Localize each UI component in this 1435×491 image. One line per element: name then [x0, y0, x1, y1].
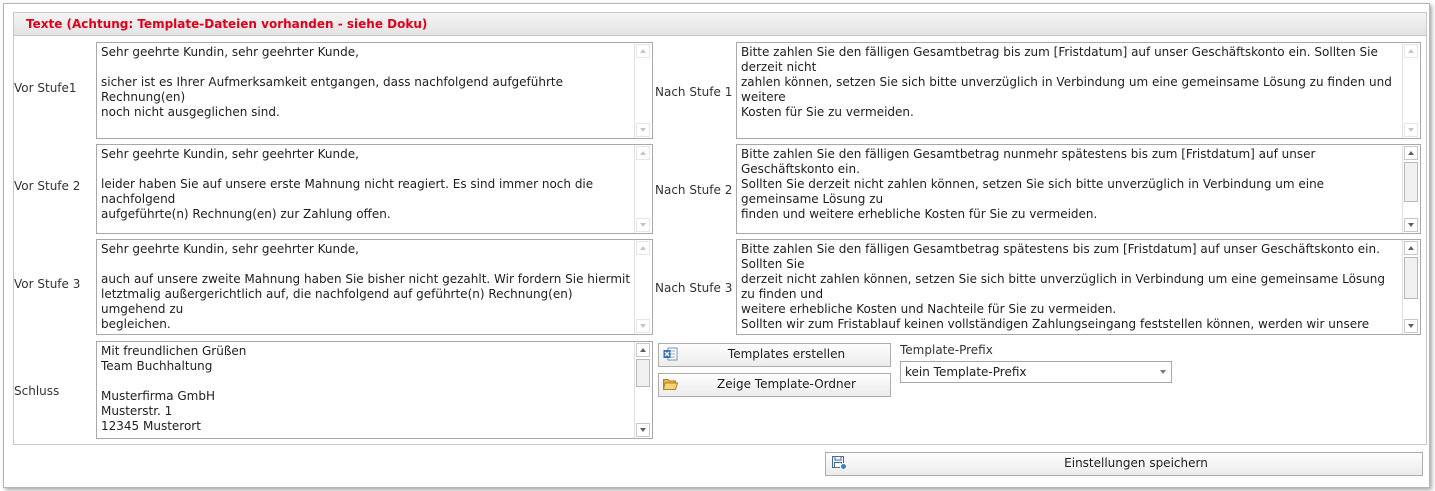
vor-stufe3-label: Vor Stufe 3 — [14, 277, 81, 291]
scroll-up-icon[interactable] — [636, 241, 650, 255]
nach-stufe1-text: Bitte zahlen Sie den fälligen Gesamtbetr… — [741, 45, 1392, 136]
schluss-text: Mit freundlichen Grüßen Team Buchhaltung… — [101, 344, 247, 433]
schluss-textarea[interactable]: Mit freundlichen Grüßen Team Buchhaltung… — [96, 341, 653, 439]
scroll-thumb[interactable] — [1404, 162, 1418, 202]
scroll-down-icon[interactable] — [636, 423, 650, 437]
scroll-down-icon[interactable] — [636, 218, 650, 232]
scroll-thumb[interactable] — [1404, 257, 1418, 299]
template-prefix-value: kein Template-Prefix — [905, 365, 1027, 379]
scroll-down-icon[interactable] — [1404, 319, 1418, 333]
nach-stufe3-label: Nach Stufe 3 — [655, 281, 733, 295]
nach-stufe3-textarea[interactable]: Bitte zahlen Sie den fälligen Gesamtbetr… — [736, 239, 1421, 335]
vor-stufe1-text: Sehr geehrte Kundin, sehr geehrter Kunde… — [101, 45, 563, 119]
template-prefix-select[interactable]: kein Template-Prefix — [900, 361, 1172, 383]
scroll-thumb[interactable] — [636, 359, 650, 387]
nach-stufe3-scrollbar[interactable] — [1402, 240, 1420, 334]
vor-stufe3-text: Sehr geehrte Kundin, sehr geehrter Kunde… — [101, 242, 631, 331]
scroll-down-icon[interactable] — [636, 123, 650, 137]
zeige-template-ordner-label: Zeige Template-Ordner — [717, 377, 856, 391]
nach-stufe2-label: Nach Stufe 2 — [655, 183, 733, 197]
vor-stufe1-scrollbar[interactable] — [634, 43, 652, 138]
vor-stufe2-scrollbar[interactable] — [634, 145, 652, 233]
template-prefix-label: Template-Prefix — [900, 343, 993, 357]
scroll-down-icon[interactable] — [1404, 123, 1418, 137]
schluss-scrollbar[interactable] — [634, 342, 652, 438]
nach-stufe2-text: Bitte zahlen Sie den fälligen Gesamtbetr… — [741, 147, 1325, 221]
scroll-up-icon[interactable] — [1404, 44, 1418, 58]
folder-open-icon — [662, 377, 679, 391]
nach-stufe1-label: Nach Stufe 1 — [655, 85, 733, 99]
group-title: Texte (Achtung: Template-Dateien vorhand… — [26, 17, 428, 31]
templates-erstellen-button[interactable]: Templates erstellen — [658, 343, 891, 367]
nach-stufe3-text: Bitte zahlen Sie den fälligen Gesamtbetr… — [741, 242, 1385, 331]
texte-group: Texte (Achtung: Template-Dateien vorhand… — [13, 12, 1427, 445]
scroll-down-icon[interactable] — [1404, 218, 1418, 232]
schluss-label: Schluss — [14, 384, 60, 398]
scroll-up-icon[interactable] — [1404, 241, 1418, 255]
templates-erstellen-label: Templates erstellen — [727, 347, 846, 361]
vor-stufe3-scrollbar[interactable] — [634, 240, 652, 334]
scroll-up-icon[interactable] — [1404, 146, 1418, 160]
vor-stufe1-label: Vor Stufe1 — [14, 81, 77, 95]
chevron-down-icon[interactable] — [1160, 370, 1166, 374]
scroll-up-icon[interactable] — [636, 44, 650, 58]
settings-panel: Texte (Achtung: Template-Dateien vorhand… — [3, 3, 1430, 488]
vor-stufe1-textarea[interactable]: Sehr geehrte Kundin, sehr geehrter Kunde… — [96, 42, 653, 139]
einstellungen-speichern-button[interactable]: Einstellungen speichern — [825, 452, 1423, 476]
zeige-template-ordner-button[interactable]: Zeige Template-Ordner — [658, 373, 891, 397]
nach-stufe1-textarea[interactable]: Bitte zahlen Sie den fälligen Gesamtbetr… — [736, 42, 1421, 139]
nach-stufe2-textarea[interactable]: Bitte zahlen Sie den fälligen Gesamtbetr… — [736, 144, 1421, 234]
vor-stufe2-text: Sehr geehrte Kundin, sehr geehrter Kunde… — [101, 147, 594, 221]
vor-stufe2-label: Vor Stufe 2 — [14, 179, 81, 193]
excel-template-icon — [663, 347, 678, 361]
einstellungen-speichern-label: Einstellungen speichern — [1064, 456, 1208, 470]
scroll-up-icon[interactable] — [636, 146, 650, 160]
scroll-down-icon[interactable] — [636, 319, 650, 333]
scroll-up-icon[interactable] — [636, 343, 650, 357]
save-settings-icon — [832, 456, 847, 470]
nach-stufe1-scrollbar[interactable] — [1402, 43, 1420, 138]
vor-stufe3-textarea[interactable]: Sehr geehrte Kundin, sehr geehrter Kunde… — [96, 239, 653, 335]
nach-stufe2-scrollbar[interactable] — [1402, 145, 1420, 233]
group-header: Texte (Achtung: Template-Dateien vorhand… — [14, 13, 1426, 36]
vor-stufe2-textarea[interactable]: Sehr geehrte Kundin, sehr geehrter Kunde… — [96, 144, 653, 234]
